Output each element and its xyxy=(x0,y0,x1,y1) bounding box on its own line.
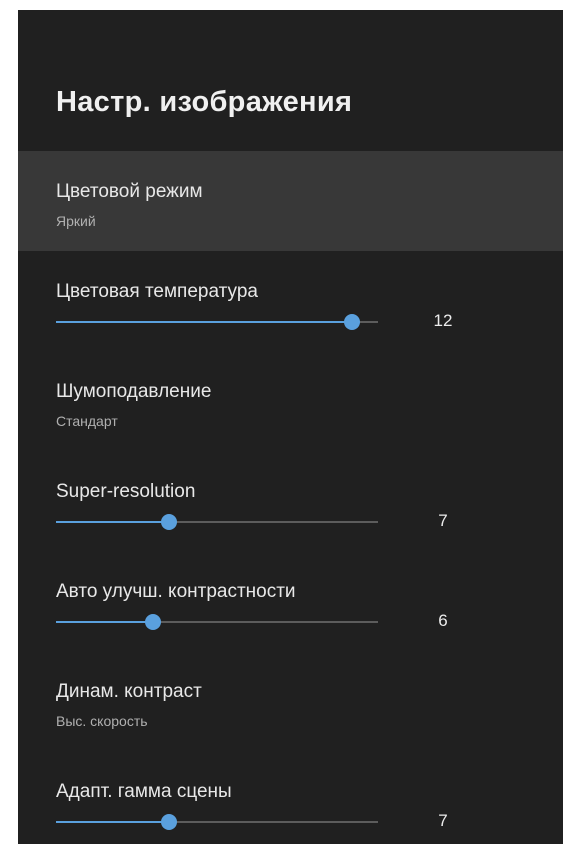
setting-label: Адапт. гамма сцены xyxy=(56,781,232,802)
setting-value: Стандарт xyxy=(56,413,118,429)
setting-super-resolution[interactable]: Super-resolution 7 xyxy=(18,451,563,551)
color-temperature-slider[interactable] xyxy=(56,314,378,330)
setting-value: Выс. скорость xyxy=(56,713,148,729)
slider-thumb[interactable] xyxy=(144,614,161,630)
adaptive-gamma-slider[interactable] xyxy=(56,814,378,830)
setting-adaptive-gamma[interactable]: Адапт. гамма сцены 7 xyxy=(18,751,563,844)
slider-fill xyxy=(56,621,153,623)
slider-value: 12 xyxy=(433,311,453,330)
slider-thumb[interactable] xyxy=(160,514,177,530)
slider-fill xyxy=(56,521,169,523)
setting-label: Динам. контраст xyxy=(56,681,202,702)
slider-value: 7 xyxy=(438,511,448,530)
setting-dynamic-contrast[interactable]: Динам. контраст Выс. скорость xyxy=(18,651,563,751)
setting-noise-reduction[interactable]: Шумоподавление Стандарт xyxy=(18,351,563,451)
slider-thumb[interactable] xyxy=(160,814,177,830)
setting-color-mode[interactable]: Цветовой режим Яркий xyxy=(18,151,563,251)
setting-color-temperature[interactable]: Цветовая температура 12 xyxy=(18,251,563,351)
setting-label: Цветовая температура xyxy=(56,281,258,302)
super-resolution-slider[interactable] xyxy=(56,514,378,530)
header: Настр. изображения xyxy=(18,10,563,151)
page-title: Настр. изображения xyxy=(56,86,353,118)
setting-label: Авто улучш. контрастности xyxy=(56,581,296,602)
slider-thumb[interactable] xyxy=(344,314,361,330)
slider-fill xyxy=(56,321,353,323)
setting-label: Шумоподавление xyxy=(56,381,212,402)
setting-value: Яркий xyxy=(56,213,96,229)
slider-fill xyxy=(56,821,169,823)
picture-settings-panel: Настр. изображения Цветовой режим Яркий … xyxy=(18,10,563,844)
slider-value: 7 xyxy=(438,811,448,830)
setting-label: Цветовой режим xyxy=(56,181,203,202)
slider-value: 6 xyxy=(438,611,448,630)
auto-contrast-slider[interactable] xyxy=(56,614,378,630)
setting-label: Super-resolution xyxy=(56,481,196,502)
setting-auto-contrast[interactable]: Авто улучш. контрастности 6 xyxy=(18,551,563,651)
